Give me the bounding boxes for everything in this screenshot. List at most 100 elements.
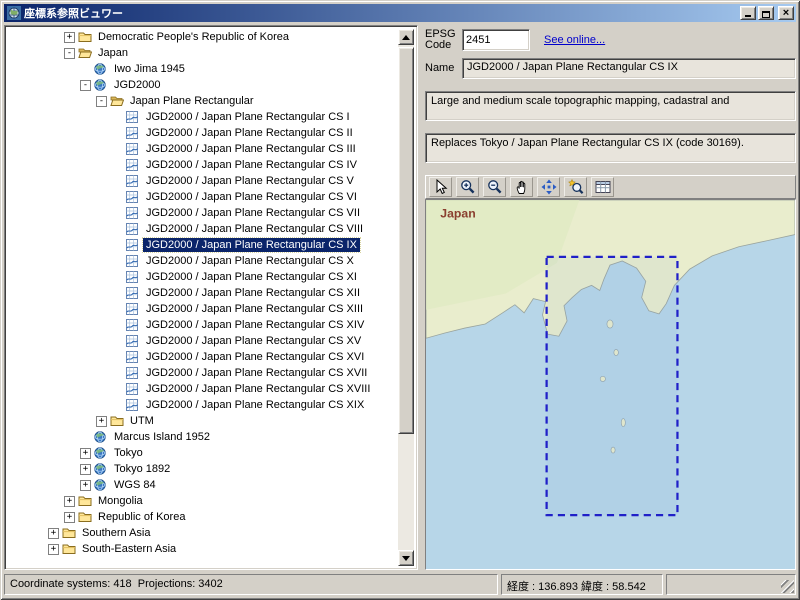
expand-plus-icon[interactable]: +	[96, 416, 107, 427]
tree-item[interactable]: + Republic of Korea	[8, 509, 397, 525]
tree-item-label[interactable]: South-Eastern Asia	[79, 542, 179, 556]
tree-item[interactable]: JGD2000 / Japan Plane Rectangular CS XVI	[8, 349, 397, 365]
tree-item-label[interactable]: JGD2000 / Japan Plane Rectangular CS XIV	[143, 318, 367, 332]
tree-item[interactable]: + Tokyo 1892	[8, 461, 397, 477]
tree-item[interactable]: JGD2000 / Japan Plane Rectangular CS II	[8, 125, 397, 141]
tree-item[interactable]: - JGD2000	[8, 77, 397, 93]
tree-item-label[interactable]: Tokyo	[111, 446, 146, 460]
attribute-table-button[interactable]	[591, 177, 614, 197]
tree-indent	[8, 149, 112, 150]
expand-plus-icon[interactable]: +	[48, 528, 59, 539]
tree-item[interactable]: JGD2000 / Japan Plane Rectangular CS I	[8, 109, 397, 125]
tree-item[interactable]: + South-Eastern Asia	[8, 541, 397, 557]
maximize-button[interactable]	[758, 6, 774, 20]
tree-item-label[interactable]: Tokyo 1892	[111, 462, 173, 476]
tree-item[interactable]: JGD2000 / Japan Plane Rectangular CS IV	[8, 157, 397, 173]
tree-item-label[interactable]: JGD2000 / Japan Plane Rectangular CS XII	[143, 286, 363, 300]
tree-indent	[8, 165, 112, 166]
collapse-minus-icon[interactable]: -	[64, 48, 75, 59]
tree-item-label[interactable]: JGD2000 / Japan Plane Rectangular CS I	[143, 110, 353, 124]
tree-item[interactable]: JGD2000 / Japan Plane Rectangular CS XVI…	[8, 365, 397, 381]
tree-item[interactable]: JGD2000 / Japan Plane Rectangular CS XIX	[8, 397, 397, 413]
tree-item-label[interactable]: JGD2000 / Japan Plane Rectangular CS VI	[143, 190, 360, 204]
close-button[interactable]: ×	[778, 6, 794, 20]
tree-item-label[interactable]: JGD2000 / Japan Plane Rectangular CS XV	[143, 334, 364, 348]
scroll-up-button[interactable]	[398, 29, 414, 45]
minimize-button[interactable]	[740, 6, 756, 20]
tree-item-label[interactable]: JGD2000 / Japan Plane Rectangular CS IV	[143, 158, 360, 172]
tree-item-label[interactable]: Japan Plane Rectangular	[127, 94, 257, 108]
tree-item-label[interactable]: Mongolia	[95, 494, 146, 508]
select-pointer-button[interactable]	[429, 177, 452, 197]
tree-item-label[interactable]: Democratic People's Republic of Korea	[95, 30, 292, 44]
tree-item[interactable]: + Mongolia	[8, 493, 397, 509]
epsg-code-input[interactable]	[462, 29, 530, 51]
usage-description-box: Large and medium scale topographic mappi…	[425, 91, 796, 121]
tree-item[interactable]: JGD2000 / Japan Plane Rectangular CS V	[8, 173, 397, 189]
tree-item[interactable]: JGD2000 / Japan Plane Rectangular CS XV	[8, 333, 397, 349]
resize-grip-icon[interactable]	[781, 580, 794, 593]
expand-plus-icon[interactable]: +	[80, 448, 91, 459]
zoom-full-extent-button[interactable]	[537, 177, 560, 197]
tree-item-label[interactable]: JGD2000 / Japan Plane Rectangular CS XII…	[143, 302, 366, 316]
tree-item[interactable]: - Japan Plane Rectangular	[8, 93, 397, 109]
tree-item-label[interactable]: Iwo Jima 1945	[111, 62, 188, 76]
expand-plus-icon[interactable]: +	[64, 496, 75, 507]
map-canvas[interactable]: Japan	[425, 199, 796, 570]
tree-item[interactable]: JGD2000 / Japan Plane Rectangular CS IX	[8, 237, 397, 253]
tree-item[interactable]: JGD2000 / Japan Plane Rectangular CS XI	[8, 269, 397, 285]
tree-item-label[interactable]: JGD2000 / Japan Plane Rectangular CS XVI	[143, 350, 367, 364]
tree-item-label[interactable]: JGD2000 / Japan Plane Rectangular CS VII	[143, 206, 363, 220]
scrollbar-thumb[interactable]	[398, 47, 414, 434]
zoom-in-button[interactable]	[456, 177, 479, 197]
tree-item[interactable]: JGD2000 / Japan Plane Rectangular CS XVI…	[8, 381, 397, 397]
tree-item-label[interactable]: JGD2000 / Japan Plane Rectangular CS III	[143, 142, 359, 156]
zoom-out-button[interactable]	[483, 177, 506, 197]
tree-item-label[interactable]: JGD2000 / Japan Plane Rectangular CS IX	[143, 238, 360, 252]
tree-item[interactable]: JGD2000 / Japan Plane Rectangular CS XIV	[8, 317, 397, 333]
tree-item-label[interactable]: Japan	[95, 46, 131, 60]
scroll-down-button[interactable]	[398, 550, 414, 566]
tree-item-label[interactable]: JGD2000 / Japan Plane Rectangular CS XVI…	[143, 382, 373, 396]
tree-item[interactable]: JGD2000 / Japan Plane Rectangular CS X	[8, 253, 397, 269]
see-online-link[interactable]: See online...	[544, 34, 605, 46]
tree-item-label[interactable]: Southern Asia	[79, 526, 154, 540]
tree-item-label[interactable]: Marcus Island 1952	[111, 430, 213, 444]
tree-item[interactable]: Iwo Jima 1945	[8, 61, 397, 77]
tree-item-label[interactable]: JGD2000 / Japan Plane Rectangular CS XIX	[143, 398, 367, 412]
zoom-to-selection-button[interactable]	[564, 177, 587, 197]
tree-item[interactable]: + WGS 84	[8, 477, 397, 493]
tree-item[interactable]: - Japan	[8, 45, 397, 61]
tree-indent	[8, 261, 112, 262]
tree-item[interactable]: Marcus Island 1952	[8, 429, 397, 445]
tree-item[interactable]: JGD2000 / Japan Plane Rectangular CS XII…	[8, 301, 397, 317]
tree-item[interactable]: JGD2000 / Japan Plane Rectangular CS III	[8, 141, 397, 157]
tree-item-label[interactable]: UTM	[127, 414, 157, 428]
tree-item[interactable]: + Democratic People's Republic of Korea	[8, 29, 397, 45]
tree-item-label[interactable]: JGD2000	[111, 78, 163, 92]
pan-button[interactable]	[510, 177, 533, 197]
tree-item-label[interactable]: JGD2000 / Japan Plane Rectangular CS II	[143, 126, 356, 140]
tree-item-label[interactable]: JGD2000 / Japan Plane Rectangular CS V	[143, 174, 357, 188]
expand-plus-icon[interactable]: +	[64, 512, 75, 523]
collapse-minus-icon[interactable]: -	[80, 80, 91, 91]
tree-item[interactable]: JGD2000 / Japan Plane Rectangular CS XII	[8, 285, 397, 301]
tree-item-label[interactable]: WGS 84	[111, 478, 159, 492]
tree-item-label[interactable]: Republic of Korea	[95, 510, 188, 524]
tree-item[interactable]: JGD2000 / Japan Plane Rectangular CS VII…	[8, 221, 397, 237]
tree-item-label[interactable]: JGD2000 / Japan Plane Rectangular CS VII…	[143, 222, 366, 236]
tree-item-label[interactable]: JGD2000 / Japan Plane Rectangular CS X	[143, 254, 357, 268]
tree-item[interactable]: + Southern Asia	[8, 525, 397, 541]
expand-plus-icon[interactable]: +	[64, 32, 75, 43]
tree-item[interactable]: JGD2000 / Japan Plane Rectangular CS VII	[8, 205, 397, 221]
tree-vertical-scrollbar[interactable]	[398, 29, 414, 566]
collapse-minus-icon[interactable]: -	[96, 96, 107, 107]
tree-item-label[interactable]: JGD2000 / Japan Plane Rectangular CS XVI…	[143, 366, 370, 380]
tree-item[interactable]: + Tokyo	[8, 445, 397, 461]
tree-item-label[interactable]: JGD2000 / Japan Plane Rectangular CS XI	[143, 270, 360, 284]
tree-item[interactable]: JGD2000 / Japan Plane Rectangular CS VI	[8, 189, 397, 205]
expand-plus-icon[interactable]: +	[48, 544, 59, 555]
expand-plus-icon[interactable]: +	[80, 480, 91, 491]
expand-plus-icon[interactable]: +	[80, 464, 91, 475]
tree-item[interactable]: + UTM	[8, 413, 397, 429]
